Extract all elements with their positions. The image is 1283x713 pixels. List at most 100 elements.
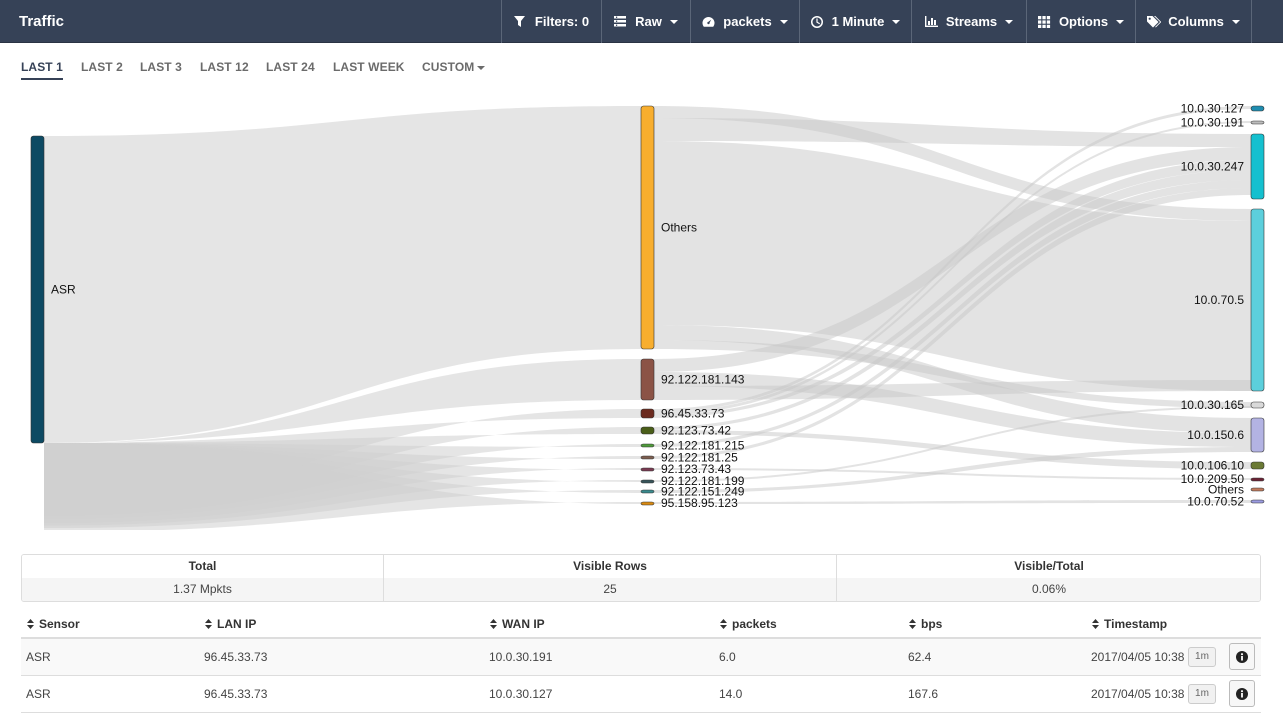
sankey-node-label: 10.0.30.127: [1181, 102, 1245, 116]
sankey-node-label: 10.0.70.5: [1194, 293, 1244, 307]
sankey-node-label: 96.45.33.73: [661, 407, 725, 421]
column-header-sensor[interactable]: Sensor: [27, 617, 80, 632]
sankey-node-label: 10.0.30.191: [1181, 116, 1245, 130]
sankey-node-bar: [1250, 401, 1265, 409]
cell-wan-ip: 10.0.30.191: [489, 650, 553, 664]
sankey-node-bar: [1250, 487, 1265, 492]
sort-icon: [909, 618, 916, 632]
sankey-node[interactable]: 10.0.30.191: [1181, 116, 1265, 130]
tab-label: LAST 2: [81, 60, 123, 74]
table-row[interactable]: ASR 96.45.33.73 10.0.30.191 6.0 62.4 2017/04/…: [21, 639, 1261, 676]
cell-timestamp: 2017/04/05 10:38: [1091, 687, 1185, 701]
streams-label: Streams: [945, 14, 998, 29]
filters-label: Filters: 0: [534, 14, 590, 29]
cell-timestamp: 2017/04/05 10:38: [1091, 650, 1185, 664]
sankey-node-bar: [640, 455, 655, 460]
sankey-node-label: 10.0.150.6: [1187, 428, 1244, 442]
filters-dropdown-button[interactable]: Filters: 0: [501, 0, 601, 43]
sankey-node-bar: [640, 501, 655, 506]
row-info-button[interactable]: [1229, 680, 1255, 707]
caret-down-icon: [892, 19, 901, 24]
column-header-label: WAN IP: [502, 617, 545, 631]
sort-icon: [205, 618, 212, 632]
cell-sensor: ASR: [26, 687, 51, 701]
tab-last-2[interactable]: LAST 2: [81, 60, 123, 74]
streams-dropdown-button[interactable]: Streams: [911, 0, 1026, 43]
options-dropdown-button[interactable]: Options: [1026, 0, 1135, 43]
dashboard-icon: [702, 16, 716, 28]
column-header-wan-ip[interactable]: WAN IP: [490, 617, 545, 632]
sankey-node-label: 95.158.95.123: [661, 496, 738, 510]
column-header-packets[interactable]: packets: [720, 617, 777, 632]
interval-dropdown-button[interactable]: 1 Minute: [799, 0, 911, 43]
cell-packets: 14.0: [719, 687, 743, 701]
raw-label: Raw: [635, 14, 662, 29]
sankey-node-bar: [1250, 477, 1265, 482]
cell-wan-ip: 10.0.30.127: [489, 687, 553, 701]
columns-label: Columns: [1168, 14, 1224, 29]
packets-label: packets: [723, 14, 772, 29]
column-header-timestamp[interactable]: Timestamp: [1092, 617, 1167, 632]
caret-down-icon: [1005, 19, 1014, 24]
table-row[interactable]: ASR 96.45.33.73 10.0.30.127 14.0 167.6 2017/0…: [21, 676, 1261, 713]
columns-dropdown-button[interactable]: Columns: [1135, 0, 1251, 43]
tab-label: LAST 12: [200, 60, 249, 74]
caret-down-icon: [779, 19, 788, 24]
sankey-node-label: 10.0.30.247: [1181, 160, 1245, 174]
sort-icon: [490, 618, 497, 632]
summary-table: Total 1.37 Mpkts Visible Rows 25 Visible…: [21, 554, 1261, 602]
sankey-node-label: Others: [661, 221, 697, 235]
tab-last-12[interactable]: LAST 12: [200, 60, 249, 74]
cell-lan-ip: 96.45.33.73: [204, 687, 268, 701]
sankey-node-bar: [640, 426, 655, 435]
summary-visible-rows: Visible Rows 25: [384, 555, 837, 601]
tab-custom[interactable]: CUSTOM: [422, 60, 486, 74]
column-header-label: LAN IP: [217, 617, 257, 631]
summary-value: 25: [384, 578, 836, 601]
column-header-label: Sensor: [39, 617, 80, 631]
column-header-label: Timestamp: [1104, 617, 1168, 631]
sankey-node-bar: [640, 408, 655, 419]
column-header-lan-ip[interactable]: LAN IP: [205, 617, 256, 632]
list-icon: [614, 15, 628, 28]
sankey-node-bar: [1250, 461, 1265, 470]
tab-last-week[interactable]: LAST WEEK: [333, 60, 405, 74]
sankey-node-label: 92.122.181.143: [661, 373, 745, 387]
sankey-link: [654, 500, 1251, 504]
summary-header: Visible/Total: [837, 555, 1260, 578]
interval-label: 1 Minute: [831, 14, 885, 29]
sort-icon: [720, 618, 727, 632]
tab-last-1[interactable]: LAST 1: [21, 60, 63, 80]
cell-sensor: ASR: [26, 650, 51, 664]
sankey-node-label: ASR: [51, 283, 76, 297]
filter-icon: [513, 15, 528, 28]
summary-value: 0.06%: [837, 578, 1260, 601]
sankey-node[interactable]: 10.0.30.127: [1181, 102, 1265, 116]
caret-down-icon: [1231, 19, 1240, 24]
sankey-node[interactable]: 10.0.30.165: [1181, 398, 1265, 412]
column-header-label: bps: [921, 617, 943, 631]
sankey-node-bar: [640, 105, 655, 350]
sankey-node-label: 10.0.70.52: [1187, 495, 1244, 509]
column-header-bps[interactable]: bps: [909, 617, 942, 632]
tab-last-24[interactable]: LAST 24: [266, 60, 315, 74]
caret-down-icon: [1116, 19, 1125, 24]
raw-dropdown-button[interactable]: Raw: [601, 0, 690, 43]
row-info-button[interactable]: [1229, 643, 1255, 670]
sankey-node-bar: [640, 467, 655, 472]
sankey-node-bar: [640, 358, 655, 401]
info-icon: [1236, 650, 1248, 663]
caret-down-icon: [477, 65, 486, 70]
sort-icon: [1092, 618, 1099, 632]
cell-lan-ip: 96.45.33.73: [204, 650, 268, 664]
sankey-node[interactable]: 10.0.70.52: [1187, 495, 1265, 509]
top-navbar: Traffic Filters: 0 Raw packets 1 Minute Stre…: [0, 0, 1283, 43]
sankey-node-bar: [640, 489, 655, 494]
sankey-node[interactable]: 96.45.33.73: [640, 407, 725, 421]
summary-header: Visible Rows: [384, 555, 836, 578]
packets-dropdown-button[interactable]: packets: [690, 0, 799, 43]
summary-header: Total: [22, 555, 383, 578]
sankey-node[interactable]: 10.0.106.10: [1181, 459, 1265, 473]
sankey-node-bar: [1250, 208, 1265, 392]
tab-last-3[interactable]: LAST 3: [140, 60, 182, 74]
